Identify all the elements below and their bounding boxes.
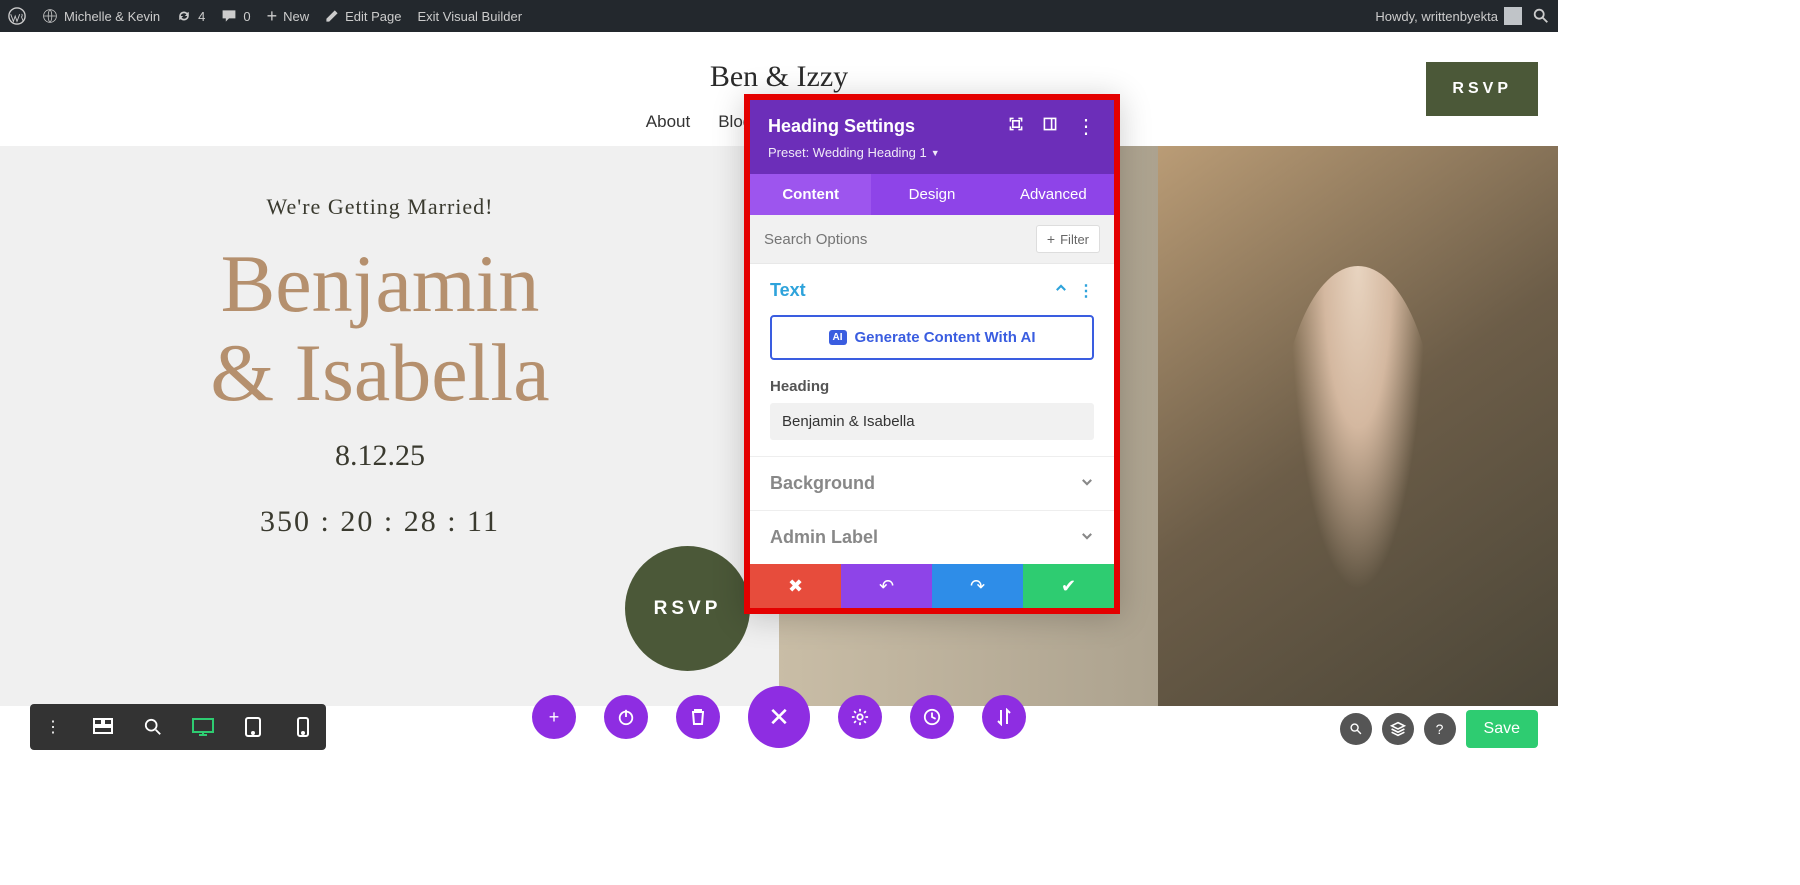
zoom-icon[interactable] (136, 710, 170, 744)
tab-content[interactable]: Content (750, 174, 871, 215)
new-content-link[interactable]: + New (267, 6, 310, 27)
edit-page-label: Edit Page (345, 9, 401, 24)
howdy-text: Howdy, writtenbyekta (1375, 9, 1498, 24)
comments-count: 0 (243, 9, 250, 24)
filter-button[interactable]: + Filter (1036, 225, 1100, 253)
close-builder-button[interactable]: ✕ (748, 686, 810, 748)
panel-title: Heading Settings (768, 116, 915, 137)
desktop-view-icon[interactable] (186, 710, 220, 744)
panel-footer: ✖ ↶ ↷ ✔ (750, 564, 1114, 608)
updates-count: 4 (198, 9, 205, 24)
search-options-row: + Filter (750, 215, 1114, 264)
toolbar-more-icon[interactable]: ⋮ (36, 710, 70, 744)
wedding-date: 8.12.25 (40, 439, 720, 473)
search-input[interactable] (764, 231, 1036, 248)
section-admin-label-text: Admin Label (770, 527, 878, 548)
countdown-timer: 350 : 20 : 28 : 11 (40, 505, 720, 539)
cancel-button[interactable]: ✖ (750, 564, 841, 608)
builder-action-bar: + ✕ (532, 686, 1026, 748)
power-button[interactable] (604, 695, 648, 739)
section-text-label: Text (770, 280, 806, 301)
chevron-up-icon[interactable] (1054, 281, 1068, 301)
site-name-link[interactable]: Michelle & Kevin (42, 8, 160, 24)
couple-heading[interactable]: Benjamin & Isabella (40, 240, 720, 417)
chevron-down-icon (1080, 475, 1094, 492)
heading-field-label: Heading (770, 378, 1094, 395)
updates-link[interactable]: 4 (176, 8, 205, 24)
preset-label: Preset: Wedding Heading 1 (768, 145, 927, 160)
exit-visual-builder[interactable]: Exit Visual Builder (417, 9, 522, 24)
filter-label: Filter (1060, 232, 1089, 247)
section-admin-label[interactable]: Admin Label (750, 511, 1114, 564)
rsvp-circle-button[interactable]: RSVP (625, 546, 750, 671)
user-avatar-icon (1504, 7, 1522, 25)
heading-input[interactable] (770, 403, 1094, 440)
section-background[interactable]: Background (750, 457, 1114, 511)
ai-badge-icon: AI (829, 330, 847, 345)
view-toolbar: ⋮ (30, 704, 326, 750)
nav-about[interactable]: About (646, 112, 690, 132)
preset-selector[interactable]: Preset: Wedding Heading 1 ▼ (768, 145, 1096, 160)
right-tools: ? Save (1340, 710, 1538, 748)
section-text: Text ⋮ AI Generate Content With AI Headi… (750, 264, 1114, 457)
section-text-header[interactable]: Text ⋮ (770, 280, 1094, 301)
hero-content: We're Getting Married! Benjamin & Isabel… (40, 146, 720, 539)
panel-body: Text ⋮ AI Generate Content With AI Headi… (750, 264, 1114, 564)
help-icon[interactable]: ? (1424, 713, 1456, 745)
preset-dropdown-icon: ▼ (931, 148, 940, 158)
confirm-button[interactable]: ✔ (1023, 564, 1114, 608)
phone-view-icon[interactable] (286, 710, 320, 744)
delete-button[interactable] (676, 695, 720, 739)
edit-page-link[interactable]: Edit Page (325, 9, 401, 24)
tab-design[interactable]: Design (871, 174, 992, 215)
rsvp-button[interactable]: RSVP (1426, 62, 1538, 116)
heading-settings-panel: Heading Settings ⋮ Preset: Wedding Headi… (744, 94, 1120, 614)
hero-image-area (1158, 146, 1558, 706)
more-icon[interactable]: ⋮ (1076, 114, 1096, 139)
admin-search-icon[interactable] (1532, 7, 1550, 25)
howdy-user[interactable]: Howdy, writtenbyekta (1375, 7, 1522, 25)
sort-button[interactable] (982, 695, 1026, 739)
section-background-label: Background (770, 473, 875, 494)
settings-tabs: Content Design Advanced (750, 174, 1114, 215)
undo-button[interactable]: ↶ (841, 564, 932, 608)
site-name-text: Michelle & Kevin (64, 9, 160, 24)
bride-figure (1278, 266, 1438, 646)
tablet-view-icon[interactable] (236, 710, 270, 744)
page-title: Ben & Izzy (0, 60, 1558, 94)
expand-icon[interactable] (1008, 116, 1024, 137)
ai-button-label: Generate Content With AI (855, 329, 1036, 346)
plus-icon: + (1047, 231, 1055, 247)
layers-icon[interactable] (1382, 713, 1414, 745)
settings-button[interactable] (838, 695, 882, 739)
section-more-icon[interactable]: ⋮ (1078, 281, 1094, 301)
new-label: New (283, 9, 309, 24)
panel-header[interactable]: Heading Settings ⋮ Preset: Wedding Headi… (750, 100, 1114, 174)
comments-link[interactable]: 0 (221, 8, 250, 24)
find-icon[interactable] (1340, 713, 1372, 745)
add-button[interactable]: + (532, 695, 576, 739)
redo-button[interactable]: ↷ (932, 564, 1023, 608)
chevron-down-icon (1080, 529, 1094, 546)
tab-advanced[interactable]: Advanced (993, 174, 1114, 215)
generate-ai-button[interactable]: AI Generate Content With AI (770, 315, 1094, 360)
wp-logo-icon[interactable] (8, 7, 26, 25)
save-button[interactable]: Save (1466, 710, 1538, 748)
snap-icon[interactable] (1042, 116, 1058, 137)
history-button[interactable] (910, 695, 954, 739)
tagline-text: We're Getting Married! (40, 194, 720, 220)
wp-admin-bar: Michelle & Kevin 4 0 + New Edit Page Exi… (0, 0, 1558, 32)
wireframe-icon[interactable] (86, 710, 120, 744)
